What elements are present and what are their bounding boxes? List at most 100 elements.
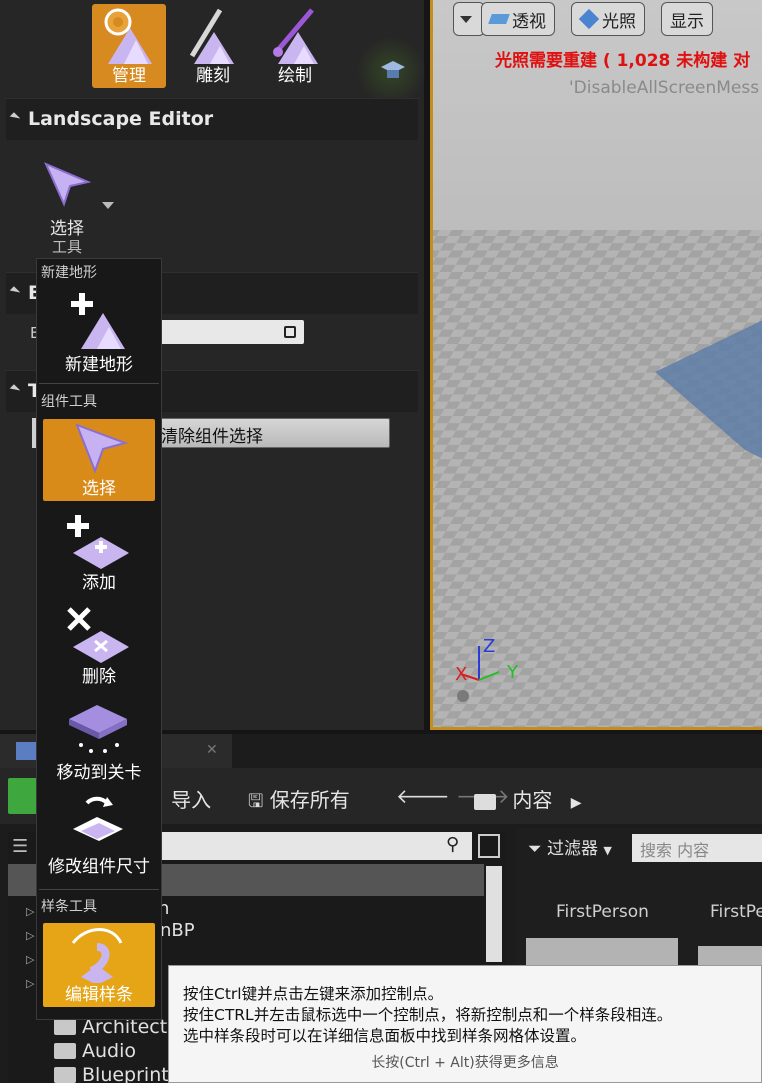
- axis-z-label: Z: [483, 636, 496, 657]
- mode-sculpt-button[interactable]: 雕刻: [176, 4, 250, 88]
- mode-paint-button[interactable]: 绘制: [258, 4, 332, 88]
- select-arrow-icon: [75, 423, 129, 473]
- asset-search-input[interactable]: 搜索 内容: [632, 834, 762, 862]
- tool-select-sublabel: 工具: [52, 238, 83, 256]
- view-options-icon[interactable]: [478, 834, 500, 858]
- axis-x-label: X: [455, 664, 468, 685]
- lighting-rebuild-warning: 光照需要重建 ( 1,028 未构建 对: [495, 51, 751, 71]
- search-icon: ⚲: [446, 834, 460, 855]
- tool-select-button[interactable]: 选择 工具: [38, 158, 120, 256]
- import-label: 导入: [171, 788, 212, 812]
- path-breadcrumb[interactable]: 内容 ▶: [474, 784, 582, 813]
- tooltip-line-2: 按住CTRL并左击鼠标选中一个控制点，将新控制点和一个样条段相连。: [183, 1006, 673, 1024]
- list-icon[interactable]: ☰: [12, 836, 38, 858]
- add-new-button[interactable]: [8, 778, 38, 814]
- content-browser-tab-icon: [16, 742, 38, 760]
- folder-open-icon: [474, 793, 496, 810]
- section-new-landscape-label: 新建地形: [41, 265, 97, 281]
- save-all-label: 保存所有: [269, 788, 350, 812]
- lit-cube-icon: [578, 8, 600, 30]
- folder-label: Audio: [82, 1040, 137, 1062]
- menu-separator: [39, 383, 159, 384]
- asset-tile-label[interactable]: FirstPe: [710, 902, 762, 922]
- delete-component-icon: [67, 607, 129, 663]
- chevron-down-icon: ▼: [603, 844, 612, 857]
- folder-icon: [54, 1067, 76, 1083]
- add-component-icon: [67, 515, 129, 569]
- folder-audio[interactable]: Audio: [54, 1040, 136, 1062]
- clear-component-selection-button[interactable]: 清除组件选择: [150, 418, 390, 448]
- folder-icon: [54, 1019, 76, 1035]
- resize-component-label: 修改组件尺寸: [48, 857, 150, 877]
- resize-component-icon: [73, 796, 123, 841]
- filter-icon: ⏷: [528, 839, 542, 859]
- tooltip-line-3: 选中样条段时可以在详细信息面板中找到样条网格体设置。: [183, 1027, 587, 1045]
- landscape-editor-title: Landscape Editor: [28, 108, 214, 130]
- show-label: 显示: [670, 11, 704, 32]
- save-icon: 🖫: [248, 791, 264, 812]
- tooltip: 按住Ctrl键并点击左键来添加控制点。 按住CTRL并左击鼠标选中一个控制点，将…: [168, 965, 762, 1083]
- select-arrow-icon: [44, 162, 92, 207]
- mode-manage-label: 管理: [112, 66, 146, 86]
- screen-message: 'DisableAllScreenMess: [569, 78, 760, 98]
- tree-scrollbar[interactable]: [486, 866, 502, 962]
- collapse-arrow-icon: [9, 384, 21, 395]
- axis-y-label: Y: [507, 662, 518, 683]
- path-content-label: 内容: [512, 788, 553, 812]
- section-spline-tools-label: 样条工具: [41, 899, 97, 915]
- perspective-icon: [488, 14, 510, 24]
- filters-button[interactable]: ⏷ 过滤器 ▼: [528, 834, 612, 859]
- lighting-label: 光照: [602, 11, 636, 32]
- back-arrow-icon: 🡐: [396, 784, 450, 808]
- component-delete-item[interactable]: 删除: [43, 605, 155, 689]
- close-tab-icon[interactable]: ✕: [206, 742, 218, 758]
- sculpt-mode-icon: [189, 8, 234, 64]
- component-add-item[interactable]: 添加: [43, 511, 155, 595]
- move-to-level-item[interactable]: 移动到关卡: [43, 699, 155, 785]
- perspective-button[interactable]: 透视: [481, 2, 555, 36]
- perspective-label: 透视: [512, 11, 546, 32]
- resize-component-item[interactable]: 修改组件尺寸: [43, 793, 155, 879]
- component-select-item[interactable]: 选择: [43, 419, 155, 501]
- asset-tile-label[interactable]: FirstPerson: [556, 902, 649, 922]
- tree-item-partial-2[interactable]: nBP: [160, 920, 195, 941]
- show-button[interactable]: 显示: [661, 2, 713, 36]
- graduation-cap-icon[interactable]: [380, 58, 406, 84]
- edit-spline-item[interactable]: 编辑样条: [43, 923, 155, 1007]
- folder-blueprints[interactable]: Blueprints: [54, 1064, 179, 1083]
- path-arrow-icon[interactable]: ▶: [571, 795, 582, 811]
- chevron-down-icon: [460, 15, 472, 23]
- tool-dropdown-menu: 新建地形 新建地形 组件工具 选择 添加 删除 移动到关卡 修改组件尺寸 样条工…: [36, 258, 162, 1020]
- manage-mode-icon: [104, 8, 152, 64]
- section-component-tools-label: 组件工具: [41, 394, 97, 410]
- dropdown-arrow-icon[interactable]: [102, 202, 114, 209]
- component-add-label: 添加: [82, 573, 116, 593]
- property-field[interactable]: [150, 320, 304, 344]
- edit-spline-label: 编辑样条: [65, 985, 133, 1005]
- component-delete-label: 删除: [82, 667, 116, 687]
- mode-manage-button[interactable]: 管理: [92, 4, 166, 88]
- mode-paint-label: 绘制: [278, 66, 312, 86]
- level-viewport[interactable]: 透视 光照 显示 光照需要重建 ( 1,028 未构建 对 'DisableAl…: [430, 0, 762, 730]
- expand-icon: [284, 326, 296, 338]
- move-to-level-icon: [69, 705, 127, 753]
- paint-mode-icon: [273, 8, 318, 64]
- folder-label: Blueprints: [82, 1064, 179, 1083]
- lighting-button[interactable]: 光照: [571, 2, 645, 36]
- new-landscape-item[interactable]: 新建地形: [43, 287, 155, 377]
- filters-label: 过滤器: [547, 839, 599, 859]
- tooltip-footer: 长按(Ctrl + Alt)获得更多信息: [371, 1055, 559, 1071]
- save-all-button[interactable]: 🖫 保存所有: [248, 784, 350, 819]
- mode-sculpt-label: 雕刻: [196, 66, 230, 86]
- menu-separator: [39, 889, 159, 890]
- spline-icon: [71, 928, 123, 983]
- new-landscape-icon: [71, 293, 125, 349]
- help-icon: [457, 690, 469, 702]
- collapse-arrow-icon: [9, 112, 21, 123]
- tree-expand-arrows[interactable]: ▷ ▷ ▷ ▷: [26, 900, 34, 996]
- tooltip-line-1: 按住Ctrl键并点击左键来添加控制点。: [183, 985, 444, 1003]
- folder-icon: [54, 1043, 76, 1059]
- landscape-editor-header[interactable]: Landscape Editor: [6, 98, 418, 140]
- collapse-arrow-icon: [9, 286, 21, 297]
- component-select-label: 选择: [82, 479, 116, 499]
